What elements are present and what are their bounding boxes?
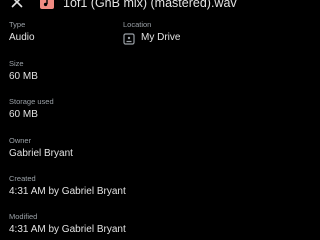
owner-label: Owner xyxy=(9,136,32,145)
size-value: 60 MB xyxy=(9,71,38,82)
modified-label: Modified xyxy=(9,212,38,221)
file-title: 1of1 (GnB mix) (mastered).wav xyxy=(63,0,237,10)
drive-icon xyxy=(123,32,135,45)
created-label: Created xyxy=(9,174,36,183)
location-label: Location xyxy=(123,20,152,29)
location-value: My Drive xyxy=(141,32,181,43)
storage-used-label: Storage used xyxy=(9,97,54,106)
owner-value: Gabriel Bryant xyxy=(9,148,73,159)
size-label: Size xyxy=(9,59,24,68)
type-value: Audio xyxy=(9,32,35,43)
close-icon[interactable] xyxy=(9,0,25,10)
storage-used-value: 60 MB xyxy=(9,109,38,120)
type-label: Type xyxy=(9,20,26,29)
audio-file-icon xyxy=(40,0,54,9)
details-header: 1of1 (GnB mix) (mastered).wav xyxy=(0,0,240,13)
modified-value: 4:31 AM by Gabriel Bryant xyxy=(9,224,126,235)
created-value: 4:31 AM by Gabriel Bryant xyxy=(9,186,126,197)
